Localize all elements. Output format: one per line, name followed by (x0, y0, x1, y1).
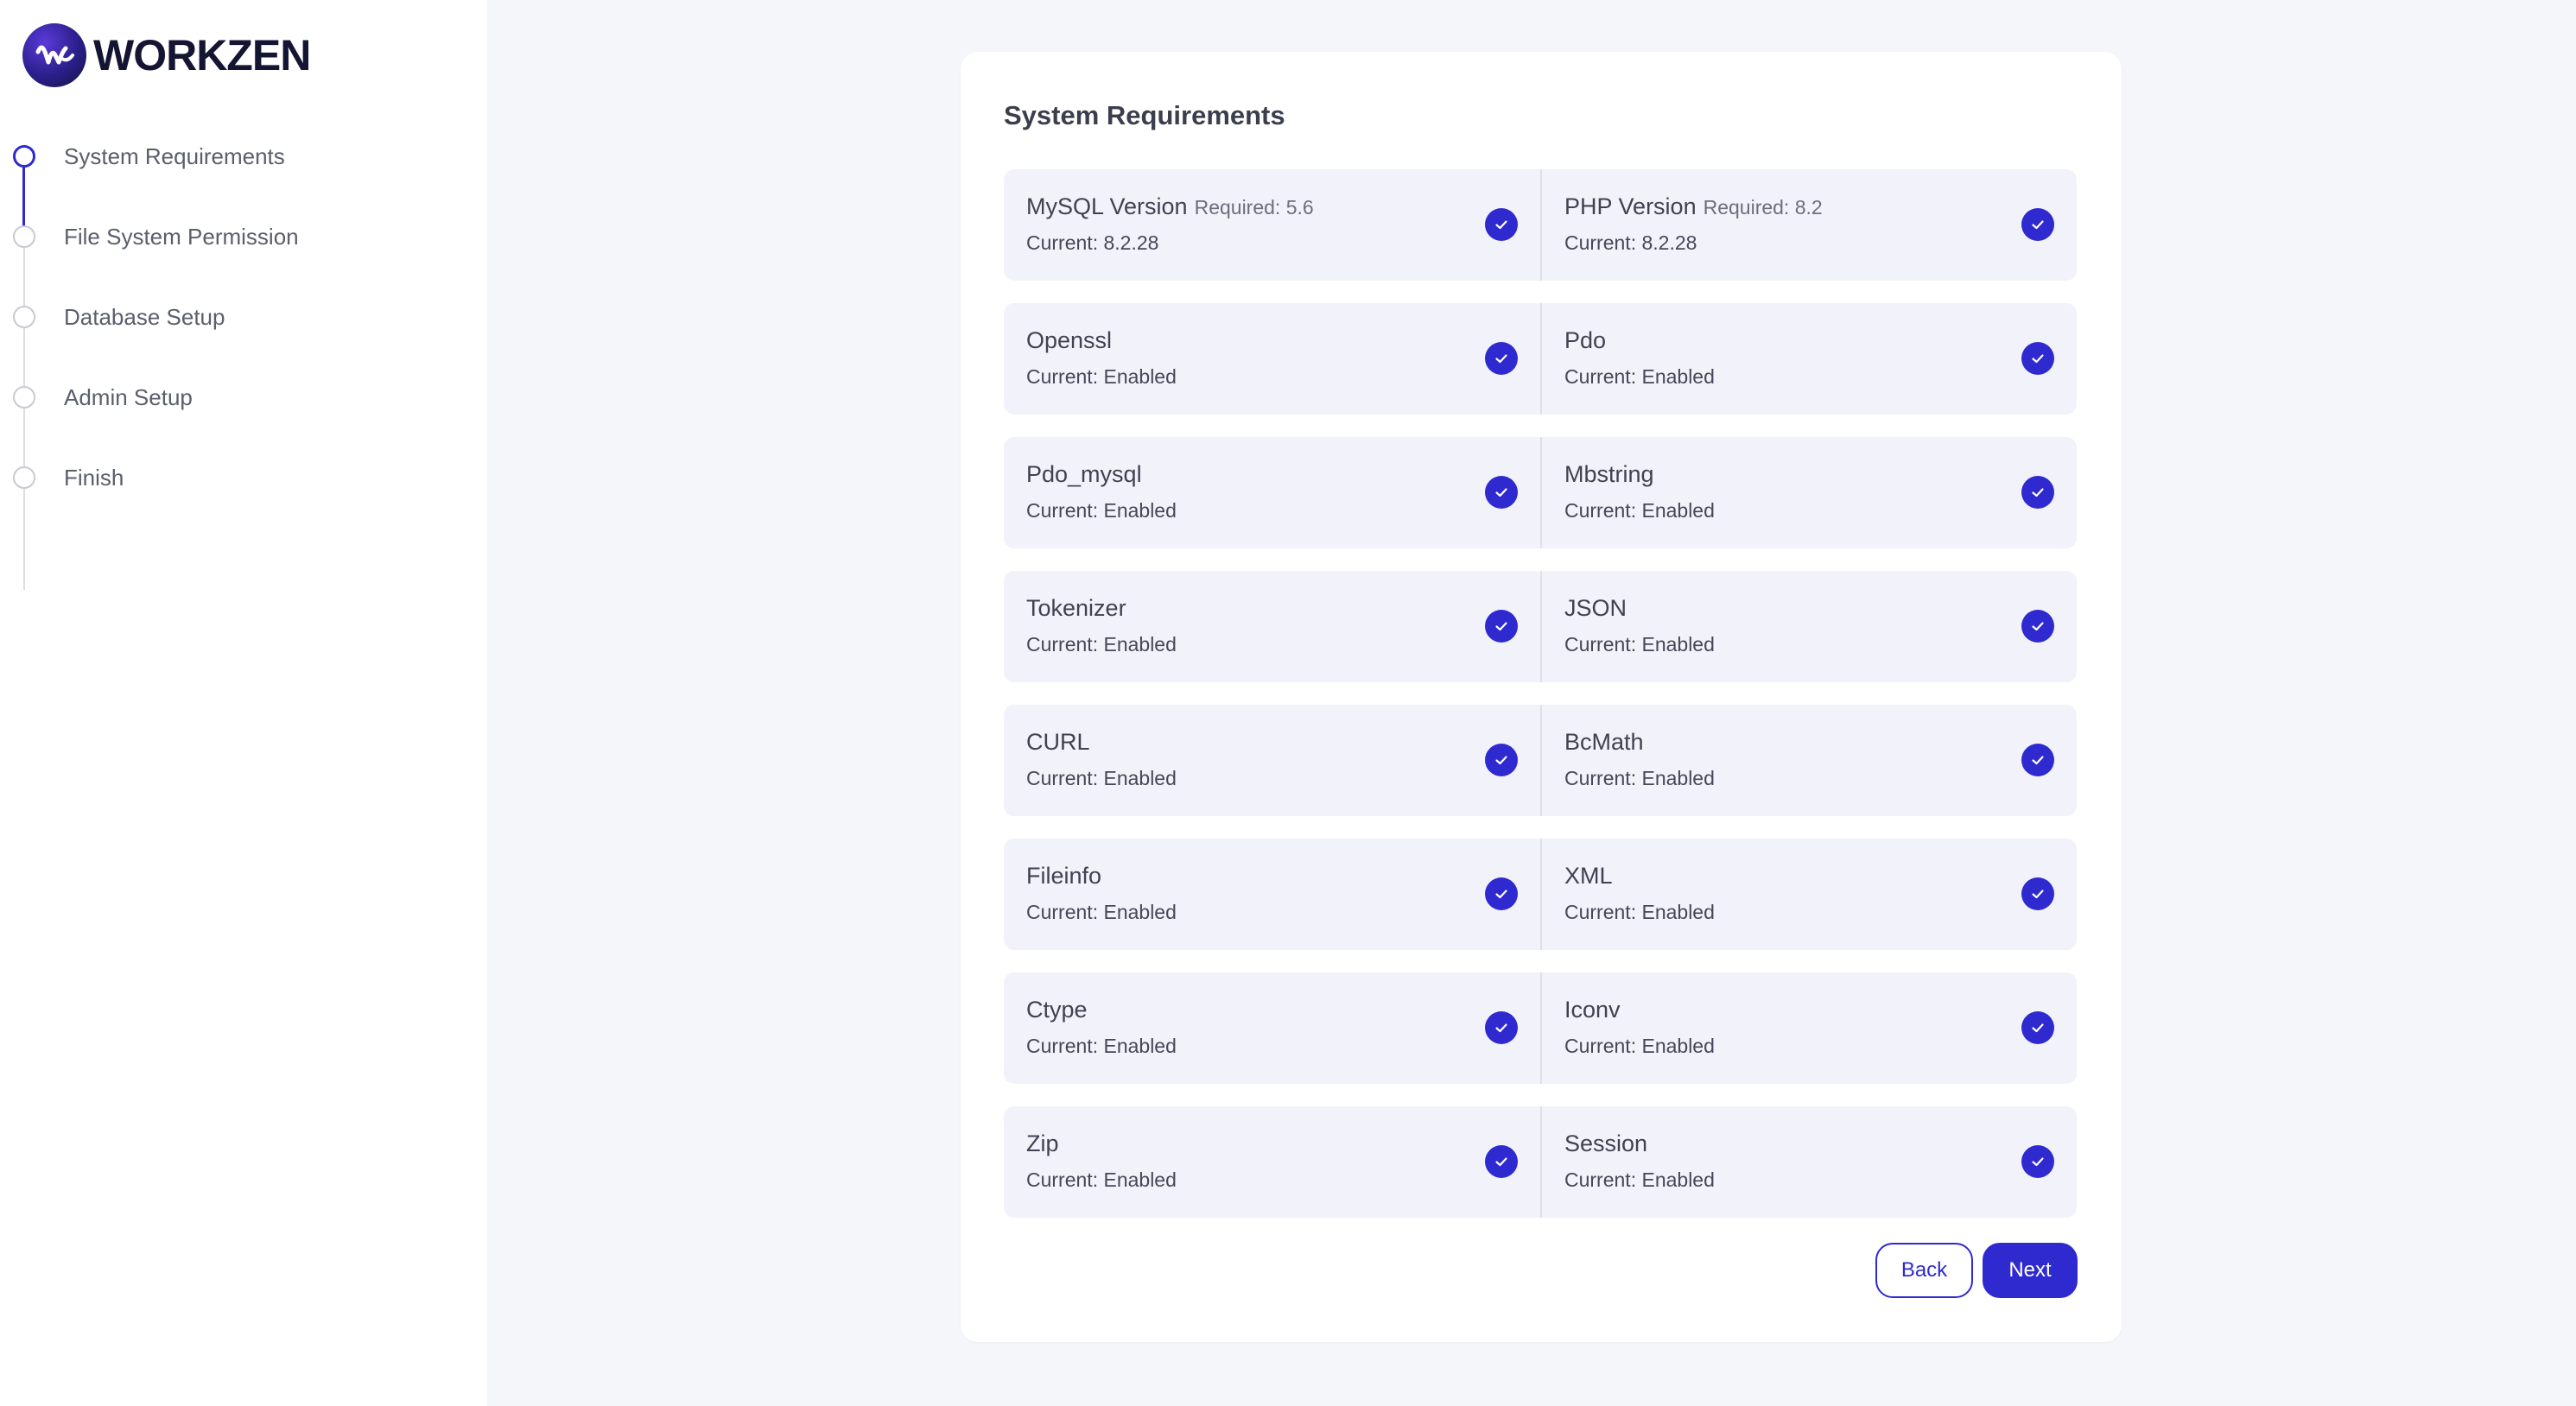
check-icon (1485, 1011, 1518, 1044)
requirement-name: JSON (1564, 595, 1627, 621)
check-icon (2021, 1145, 2054, 1178)
requirement-zip: Zip Current: Enabled (1004, 1106, 1540, 1218)
requirement-session: Session Current: Enabled (1540, 1106, 2077, 1218)
requirement-required: Required: 8.2 (1703, 196, 1823, 218)
requirement-fileinfo: Fileinfo Current: Enabled (1004, 839, 1540, 950)
requirement-current: Current: Enabled (1026, 767, 1177, 789)
check-icon (2021, 476, 2054, 509)
step-label: Finish (64, 464, 124, 491)
requirement-pdo: Pdo Current: Enabled (1540, 303, 2077, 415)
requirement-name: MySQL Version (1026, 193, 1188, 219)
brand-name: WORKZEN (93, 31, 311, 79)
sidebar: WORKZEN System Requirements File System … (0, 0, 487, 1406)
step-pending-dot-icon (13, 386, 35, 408)
requirement-row: MySQL Version Required: 5.6 Current: 8.2.… (1004, 169, 2077, 281)
step-connector-line (23, 236, 25, 590)
requirement-name: CURL (1026, 729, 1090, 755)
requirement-name: XML (1564, 863, 1613, 889)
requirement-current: Current: Enabled (1564, 633, 1715, 656)
requirement-php-version: PHP Version Required: 8.2 Current: 8.2.28 (1540, 169, 2077, 281)
step-label: System Requirements (64, 142, 285, 169)
requirement-current: Current: Enabled (1026, 1035, 1177, 1057)
requirement-current: Current: Enabled (1564, 767, 1715, 789)
check-icon (2021, 610, 2054, 643)
requirement-current: Current: Enabled (1026, 633, 1177, 656)
requirement-tokenizer: Tokenizer Current: Enabled (1004, 571, 1540, 682)
requirement-name: Tokenizer (1026, 595, 1126, 621)
step-label: Database Setup (64, 303, 225, 330)
requirement-row: Pdo_mysql Current: Enabled Mbstring Curr… (1004, 437, 2077, 548)
requirement-json: JSON Current: Enabled (1540, 571, 2077, 682)
brand: WORKZEN (22, 22, 311, 88)
requirement-name: Iconv (1564, 997, 1621, 1023)
requirement-row: Openssl Current: Enabled Pdo Current: En… (1004, 303, 2077, 415)
step-pending-dot-icon (13, 306, 35, 328)
requirement-name: Fileinfo (1026, 863, 1102, 889)
check-icon (1485, 1145, 1518, 1178)
requirement-current: Current: 8.2.28 (1026, 231, 1159, 254)
requirement-mysql-version: MySQL Version Required: 5.6 Current: 8.2.… (1004, 169, 1540, 281)
check-icon (2021, 877, 2054, 910)
check-icon (1485, 476, 1518, 509)
step-label: Admin Setup (64, 383, 193, 410)
workzen-logo-icon (22, 23, 86, 87)
check-icon (1485, 610, 1518, 643)
requirement-curl: CURL Current: Enabled (1004, 705, 1540, 816)
requirement-name: Ctype (1026, 997, 1088, 1023)
requirement-current: Current: Enabled (1564, 1168, 1715, 1191)
step-pending-dot-icon (13, 225, 35, 248)
requirement-current: Current: Enabled (1564, 499, 1715, 522)
step-label: File System Permission (64, 223, 299, 250)
requirement-mbstring: Mbstring Current: Enabled (1540, 437, 2077, 548)
requirement-bcmath: BcMath Current: Enabled (1540, 705, 2077, 816)
requirement-name: Openssl (1026, 327, 1113, 353)
requirement-name: Pdo_mysql (1026, 461, 1142, 487)
requirement-required: Required: 5.6 (1194, 196, 1314, 218)
check-icon (2021, 744, 2054, 776)
requirement-name: PHP Version (1564, 193, 1697, 219)
requirement-name: Mbstring (1564, 461, 1654, 487)
step-active-dot-icon (13, 145, 35, 168)
requirement-xml: XML Current: Enabled (1540, 839, 2077, 950)
requirement-openssl: Openssl Current: Enabled (1004, 303, 1540, 415)
check-icon (1485, 877, 1518, 910)
step-pending-dot-icon (13, 466, 35, 489)
requirement-row: CURL Current: Enabled BcMath Current: En… (1004, 705, 2077, 816)
requirement-name: BcMath (1564, 729, 1644, 755)
check-icon (1485, 208, 1518, 241)
back-button[interactable]: Back (1875, 1243, 1973, 1298)
requirement-current: Current: Enabled (1026, 901, 1177, 923)
requirement-name: Session (1564, 1130, 1648, 1156)
next-button[interactable]: Next (1983, 1243, 2078, 1298)
requirement-row: Zip Current: Enabled Session Current: En… (1004, 1106, 2077, 1218)
page-title: System Requirements (1004, 100, 1285, 130)
requirement-name: Zip (1026, 1130, 1059, 1156)
check-icon (2021, 342, 2054, 375)
requirement-current: Current: Enabled (1026, 499, 1177, 522)
requirement-current: Current: Enabled (1026, 365, 1177, 388)
check-icon (2021, 1011, 2054, 1044)
requirement-row: Ctype Current: Enabled Iconv Current: En… (1004, 972, 2077, 1084)
check-icon (1485, 342, 1518, 375)
requirements-card: System Requirements MySQL Version Require… (961, 52, 2122, 1342)
requirement-row: Tokenizer Current: Enabled JSON Current:… (1004, 571, 2077, 682)
requirement-current: Current: Enabled (1564, 901, 1715, 923)
requirement-current: Current: Enabled (1564, 1035, 1715, 1057)
requirement-ctype: Ctype Current: Enabled (1004, 972, 1540, 1084)
requirement-name: Pdo (1564, 327, 1607, 353)
requirement-iconv: Iconv Current: Enabled (1540, 972, 2077, 1084)
installer-window: WORKZEN System Requirements File System … (0, 0, 2576, 1406)
requirement-row: Fileinfo Current: Enabled XML Current: E… (1004, 839, 2077, 950)
check-icon (2021, 208, 2054, 241)
requirement-current: Current: Enabled (1564, 365, 1715, 388)
check-icon (1485, 744, 1518, 776)
requirement-current: Current: 8.2.28 (1564, 231, 1697, 254)
requirement-pdo-mysql: Pdo_mysql Current: Enabled (1004, 437, 1540, 548)
requirement-current: Current: Enabled (1026, 1168, 1177, 1191)
